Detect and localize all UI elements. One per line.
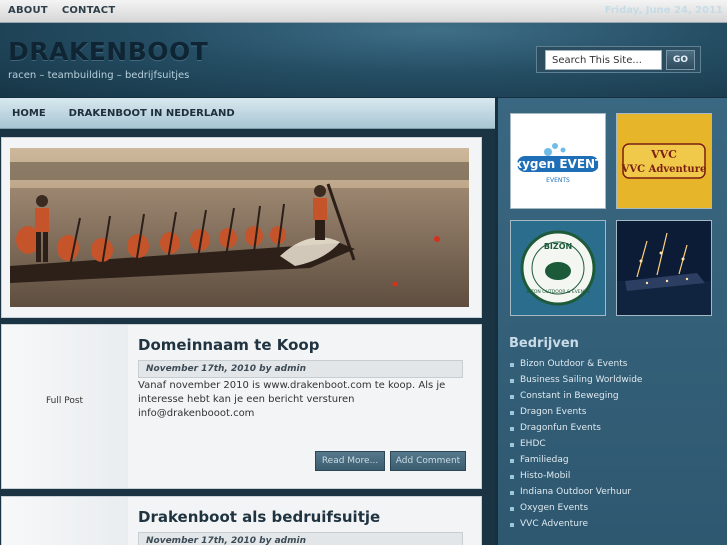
sidebar-link[interactable]: Constant in Beweging (510, 391, 642, 407)
sponsor-oxygen-events[interactable]: Oxygen EVENTS EVENTS (510, 113, 606, 209)
post-excerpt: Vanaf november 2010 is www.drakenboot.co… (138, 380, 446, 419)
company-links: Bizon Outdoor & Events Business Sailing … (510, 359, 642, 535)
site-header: DRAKENBOOT racen – teambuilding – bedrij… (0, 23, 727, 97)
top-nav: ABOUT CONTACT (8, 5, 115, 16)
sidebar-link[interactable]: Familiedag (510, 455, 642, 471)
svg-text:EVENTS: EVENTS (546, 177, 570, 184)
read-more-button[interactable]: Read More... (315, 451, 385, 471)
sidebar-link[interactable]: Dragon Events (510, 407, 642, 423)
sponsor-sailing-photo[interactable] (616, 220, 712, 316)
sidebar-link[interactable]: EHDC (510, 439, 642, 455)
sidebar-link[interactable]: VVC Adventure (510, 519, 642, 535)
post-card: Drakenboot als bedruifsuitje November 17… (1, 496, 482, 545)
search-form: GO (536, 46, 701, 73)
search-input[interactable] (545, 50, 662, 70)
search-go-button[interactable]: GO (666, 50, 695, 70)
sidebar-link[interactable]: Oxygen Events (510, 503, 642, 519)
nav-home[interactable]: HOME (12, 108, 46, 119)
sponsor-vvc-adventure[interactable]: VVC VVC Adventure (616, 113, 712, 209)
svg-text:BIZON: BIZON (544, 242, 572, 251)
top-bar: ABOUT CONTACT Friday, June 24, 2011 (0, 0, 727, 23)
site-title[interactable]: DRAKENBOOT (8, 37, 208, 66)
sponsor-bizon[interactable]: BIZON BIZON OUTDOOR & EVENTS (510, 220, 606, 316)
post-title[interactable]: Domeinnaam te Koop (138, 336, 319, 354)
post-title[interactable]: Drakenboot als bedruifsuitje (138, 508, 380, 526)
about-link[interactable]: ABOUT (8, 5, 48, 16)
sidebar-link[interactable]: Dragonfun Events (510, 423, 642, 439)
sidebar-link[interactable]: Indiana Outdoor Verhuur (510, 487, 642, 503)
sidebar-heading: Bedrijven (509, 336, 579, 351)
oxygen-wordmark: Oxygen EVENTS (511, 157, 605, 171)
sidebar-link[interactable]: Histo-Mobil (510, 471, 642, 487)
site-tagline: racen – teambuilding – bedrijfsuitjes (8, 70, 190, 81)
post-meta: November 17th, 2010 by admin (138, 532, 463, 545)
vvc-wordmark: VVC Adventure (621, 164, 707, 175)
full-post-link[interactable]: Full Post (46, 396, 83, 406)
sidebar-link[interactable]: Business Sailing Worldwide (510, 375, 642, 391)
nav-drakenboot-in-nederland[interactable]: DRAKENBOOT IN NEDERLAND (69, 108, 235, 119)
sidebar: Oxygen EVENTS EVENTS VVC VVC Adventure B… (498, 98, 727, 545)
post-side-panel (2, 497, 128, 545)
sidebar-link[interactable]: Bizon Outdoor & Events (510, 359, 642, 375)
hero-panel (1, 137, 482, 318)
svg-text:VVC: VVC (650, 148, 677, 161)
main-nav: HOME DRAKENBOOT IN NEDERLAND (0, 98, 495, 129)
bizon-wordmark: BIZON OUTDOOR & EVENTS (526, 289, 589, 295)
post-meta: November 17th, 2010 by admin (138, 360, 463, 378)
dragon-boat-photo (10, 148, 469, 307)
content-column: Full Post Domeinnaam te Koop November 17… (0, 129, 495, 545)
post-card: Full Post Domeinnaam te Koop November 17… (1, 324, 482, 489)
add-comment-button[interactable]: Add Comment (390, 451, 466, 471)
contact-link[interactable]: CONTACT (62, 5, 116, 16)
post-side-panel (2, 325, 128, 488)
date-display: Friday, June 24, 2011 (604, 5, 723, 16)
